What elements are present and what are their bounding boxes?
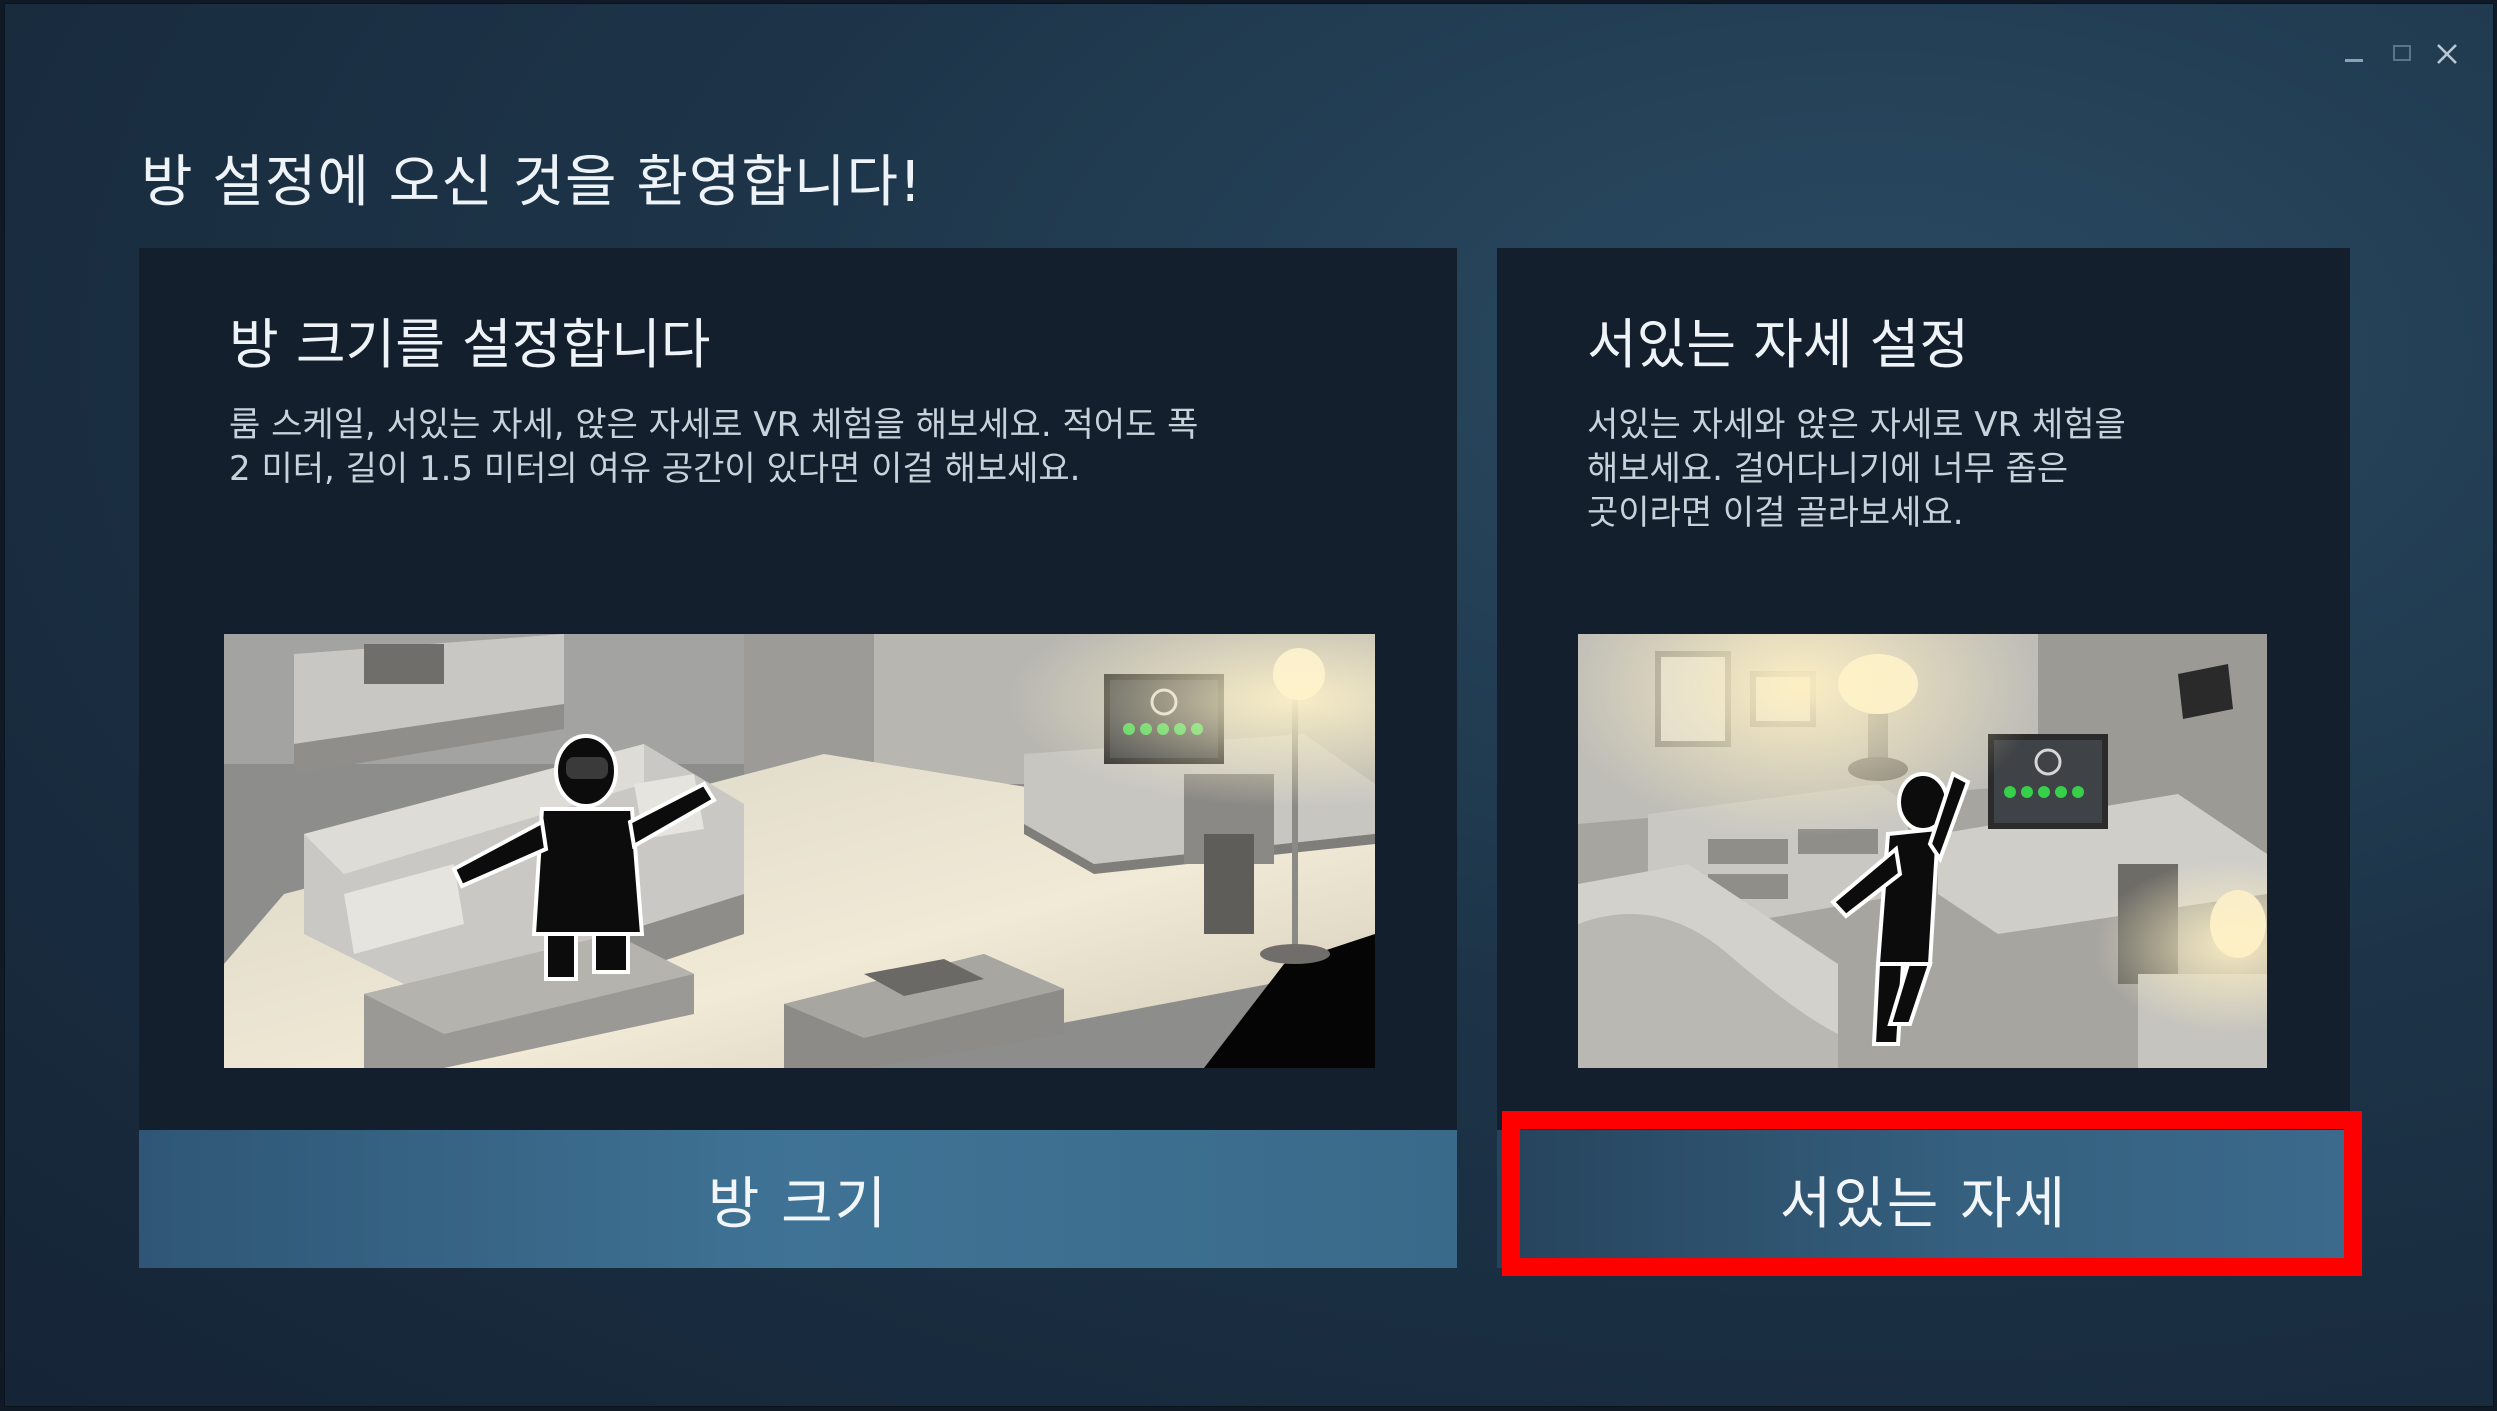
standing-heading: 서있는 자세 설정 (1587, 313, 1970, 376)
standing-only-button[interactable]: 서있는 자세 (1497, 1130, 2350, 1268)
room-scale-panel: 방 크기를 설정합니다 룸 스케일, 서있는 자세, 앉은 자세로 VR 체험을… (139, 248, 1457, 1130)
minimize-icon[interactable] (2334, 34, 2374, 74)
room-scale-description: 룸 스케일, 서있는 자세, 앉은 자세로 VR 체험을 해보세요. 적어도 폭… (229, 405, 1199, 489)
room-scale-illustration (224, 634, 1375, 1068)
room-scale-button[interactable]: 방 크기 (139, 1130, 1457, 1268)
standing-description: 서있는 자세와 앉은 자세로 VR 체험을 해보세요. 걸어다니기에 너무 좁은… (1587, 405, 2126, 533)
page-title: 방 설정에 오신 것을 환영합니다! (141, 150, 923, 215)
standing-illustration (1578, 634, 2267, 1068)
close-icon[interactable] (2427, 34, 2467, 74)
maximize-icon[interactable] (2382, 34, 2422, 74)
room-scale-heading: 방 크기를 설정합니다 (229, 313, 711, 376)
standing-panel: 서있는 자세 설정 서있는 자세와 앉은 자세로 VR 체험을 해보세요. 걸어… (1497, 248, 2350, 1130)
